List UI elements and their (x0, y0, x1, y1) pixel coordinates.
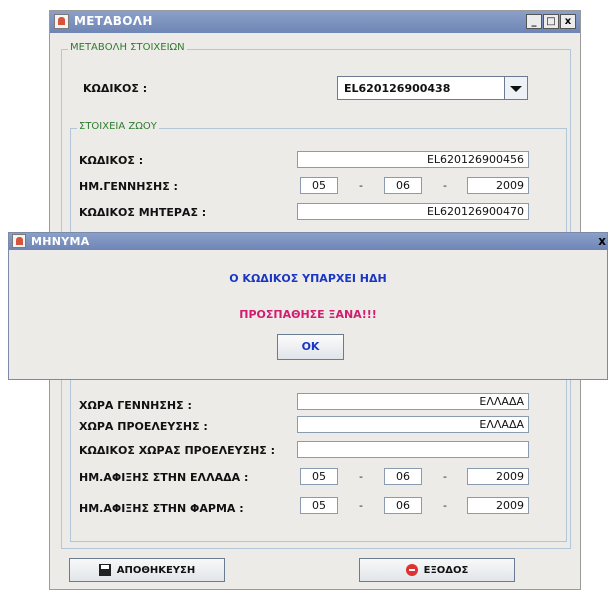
exit-button[interactable]: ΕΞΟΔΟΣ (359, 558, 515, 582)
arrival-farm-year-field[interactable]: 2009 (467, 497, 529, 514)
birth-country-field[interactable]: ΕΛΛΑΔΑ (297, 393, 529, 410)
date-separator: - (359, 470, 363, 483)
date-separator: - (443, 179, 447, 192)
arrival-farm-month-field[interactable]: 06 (384, 497, 422, 514)
arrival-greece-label: ΗΜ.ΑΦΙΞΗΣ ΣΤΗΝ ΕΛΛΑΔΑ : (79, 471, 249, 484)
date-separator: - (443, 470, 447, 483)
exit-icon (405, 564, 418, 576)
origin-country-label: ΧΩΡΑ ΠΡΟΕΛΕΥΣΗΣ : (79, 420, 208, 433)
date-separator: - (359, 179, 363, 192)
mother-code-field[interactable]: EL620126900470 (297, 203, 529, 220)
group-main-legend: ΜΕΤΑΒΟΛΗ ΣΤΟΙΧΕΙΩΝ (68, 42, 187, 53)
dialog-close-button[interactable]: x (598, 234, 606, 248)
code-combobox[interactable]: EL620126900438 (337, 76, 528, 100)
date-separator: - (443, 499, 447, 512)
java-app-icon (12, 234, 26, 248)
arrival-farm-day-field[interactable]: 05 (300, 497, 338, 514)
date-separator: - (359, 499, 363, 512)
dialog-retry-message: ΠΡΟΣΠΑΘΗΣΕ ΞΑΝΑ!!! (239, 308, 377, 321)
birth-country-label: ΧΩΡΑ ΓΕΝΝΗΣΗΣ : (79, 399, 192, 412)
birth-day-field[interactable]: 05 (300, 177, 338, 194)
chevron-down-icon[interactable] (504, 77, 527, 99)
arrival-greece-year-field[interactable]: 2009 (467, 468, 529, 485)
birth-year-field[interactable]: 2009 (467, 177, 529, 194)
origin-country-code-field[interactable] (297, 441, 529, 458)
origin-country-field[interactable]: ΕΛΛΑΔΑ (297, 416, 529, 433)
dialog-title: ΜΗΝΥΜΑ (31, 235, 90, 248)
maximize-button[interactable]: □ (543, 14, 559, 29)
arrival-farm-label: ΗΜ.ΑΦΙΞΗΣ ΣΤΗΝ ΦΑΡΜΑ : (79, 502, 244, 515)
close-button[interactable]: x (560, 14, 576, 29)
code-combobox-value: EL620126900438 (344, 82, 451, 95)
animal-code-field[interactable]: EL620126900456 (297, 151, 529, 168)
birth-date-label: ΗΜ.ΓΕΝΝΗΣΗΣ : (79, 180, 178, 193)
save-button-label: ΑΠΟΘΗΚΕΥΣΗ (116, 564, 196, 576)
ok-button[interactable]: OK (277, 334, 344, 360)
mother-code-label: ΚΩΔΙΚΟΣ ΜΗΤΕΡΑΣ : (79, 206, 207, 219)
save-button[interactable]: ΑΠΟΘΗΚΕΥΣΗ (69, 558, 225, 582)
message-dialog: ΜΗΝΥΜΑ x Ο ΚΩΔΙΚΟΣ ΥΠΑΡΧΕΙ ΗΔΗ ΠΡΟΣΠΑΘΗΣ… (8, 232, 608, 380)
group-animal-legend: ΣΤΟΙΧΕΙΑ ΖΩΟΥ (77, 121, 159, 132)
java-app-icon (54, 14, 69, 29)
arrival-greece-day-field[interactable]: 05 (300, 468, 338, 485)
window-title: ΜΕΤΑΒΟΛΗ (74, 14, 153, 28)
animal-code-label: ΚΩΔΙΚΟΣ : (79, 154, 144, 167)
arrival-greece-month-field[interactable]: 06 (384, 468, 422, 485)
code-select-label: ΚΩΔΙΚΟΣ : (83, 82, 148, 95)
origin-country-code-label: ΚΩΔΙΚΟΣ ΧΩΡΑΣ ΠΡΟΕΛΕΥΣΗΣ : (79, 444, 276, 457)
birth-month-field[interactable]: 06 (384, 177, 422, 194)
window-titlebar[interactable]: ΜΕΤΑΒΟΛΗ _ □ x (50, 11, 580, 33)
minimize-button[interactable]: _ (526, 14, 542, 29)
floppy-disk-icon (98, 564, 111, 576)
dialog-message: Ο ΚΩΔΙΚΟΣ ΥΠΑΡΧΕΙ ΗΔΗ (229, 272, 387, 285)
exit-button-label: ΕΞΟΔΟΣ (423, 564, 469, 576)
dialog-titlebar[interactable]: ΜΗΝΥΜΑ x (9, 233, 607, 250)
